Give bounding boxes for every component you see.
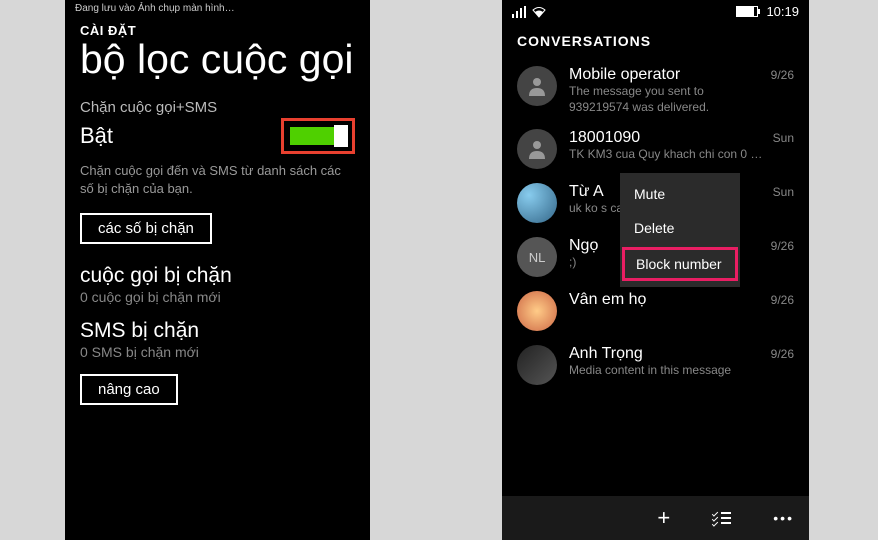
toggle-thumb <box>334 125 348 147</box>
clock: 10:19 <box>766 4 799 19</box>
conversation-name: Mobile operator <box>569 66 765 84</box>
conversation-preview: Media content in this message <box>569 363 765 379</box>
conversation-name: Vân em họ <box>569 291 765 309</box>
conversation-item[interactable]: 18001090 TK KM3 cua Quy khach chi con 0 … <box>510 122 801 176</box>
conversation-name: Anh Trọng <box>569 345 765 363</box>
block-toggle[interactable] <box>288 125 348 147</box>
page-title: bộ lọc cuộc gọi <box>65 38 370 99</box>
avatar: NL <box>517 237 557 277</box>
blocked-sms-count: 0 SMS bị chặn mới <box>80 344 355 360</box>
settings-header: CÀI ĐẶT <box>65 17 370 38</box>
blocked-sms-section[interactable]: SMS bị chặn 0 SMS bị chặn mới <box>65 319 370 374</box>
select-icon <box>712 512 731 525</box>
new-message-button[interactable]: + <box>657 505 670 531</box>
conversation-item[interactable]: Từ A uk ko s cafe vậy Sun Mute Delete Bl… <box>510 176 801 230</box>
saving-toast: Đang lưu vào Ảnh chụp màn hình… <box>65 0 370 17</box>
conversation-date: 9/26 <box>771 66 794 82</box>
conversations-screen: 10:19 CONVERSATIONS Mobile operator The … <box>502 0 809 540</box>
toggle-state-text: Bật <box>80 123 113 149</box>
avatar-initials: NL <box>529 250 546 265</box>
blocked-numbers-button[interactable]: các số bị chặn <box>80 213 212 244</box>
settings-screen: Đang lưu vào Ảnh chụp màn hình… CÀI ĐẶT … <box>65 0 370 540</box>
highlight-toggle <box>281 118 355 154</box>
avatar <box>517 345 557 385</box>
conversation-date: Sun <box>773 183 794 199</box>
toggle-on-fill <box>288 125 334 147</box>
blocked-calls-title: cuộc gọi bị chặn <box>80 264 355 288</box>
blocked-calls-section[interactable]: cuộc gọi bị chặn 0 cuộc gọi bị chặn mới <box>65 264 370 319</box>
toggle-label: Chặn cuộc gọi+SMS <box>65 99 370 116</box>
help-text: Chặn cuộc gọi đến và SMS từ danh sách cá… <box>65 162 370 213</box>
signal-icon <box>512 6 526 18</box>
conversation-date: 9/26 <box>771 291 794 307</box>
conversation-preview: The message you sent to 939219574 was de… <box>569 84 765 115</box>
conversation-preview: TK KM3 cua Quy khach chi con 0 VND. <box>569 147 767 163</box>
conversation-date: 9/26 <box>771 345 794 361</box>
avatar <box>517 129 557 169</box>
avatar <box>517 66 557 106</box>
menu-delete[interactable]: Delete <box>620 211 740 245</box>
blocked-calls-count: 0 cuộc gọi bị chặn mới <box>80 289 355 305</box>
status-bar: 10:19 <box>502 0 809 19</box>
conversation-date: 9/26 <box>771 237 794 253</box>
conversation-date: Sun <box>773 129 794 145</box>
wifi-icon <box>532 6 546 18</box>
more-button[interactable]: ••• <box>773 510 794 526</box>
conversation-item[interactable]: Anh Trọng Media content in this message … <box>510 338 801 392</box>
conversation-list: Mobile operator The message you sent to … <box>502 59 809 392</box>
context-menu: Mute Delete Block number <box>620 173 740 287</box>
app-bar: + ••• <box>502 496 809 540</box>
advanced-button[interactable]: nâng cao <box>80 374 178 405</box>
avatar <box>517 183 557 223</box>
conversations-header: CONVERSATIONS <box>502 19 809 59</box>
blocked-sms-title: SMS bị chặn <box>80 319 355 343</box>
conversation-name: 18001090 <box>569 129 767 147</box>
battery-icon <box>736 6 758 17</box>
avatar <box>517 291 557 331</box>
conversation-item[interactable]: Vân em họ 9/26 <box>510 284 801 338</box>
select-button[interactable] <box>712 512 731 525</box>
menu-block-number[interactable]: Block number <box>622 247 738 281</box>
conversation-item[interactable]: Mobile operator The message you sent to … <box>510 59 801 122</box>
menu-mute[interactable]: Mute <box>620 177 740 211</box>
